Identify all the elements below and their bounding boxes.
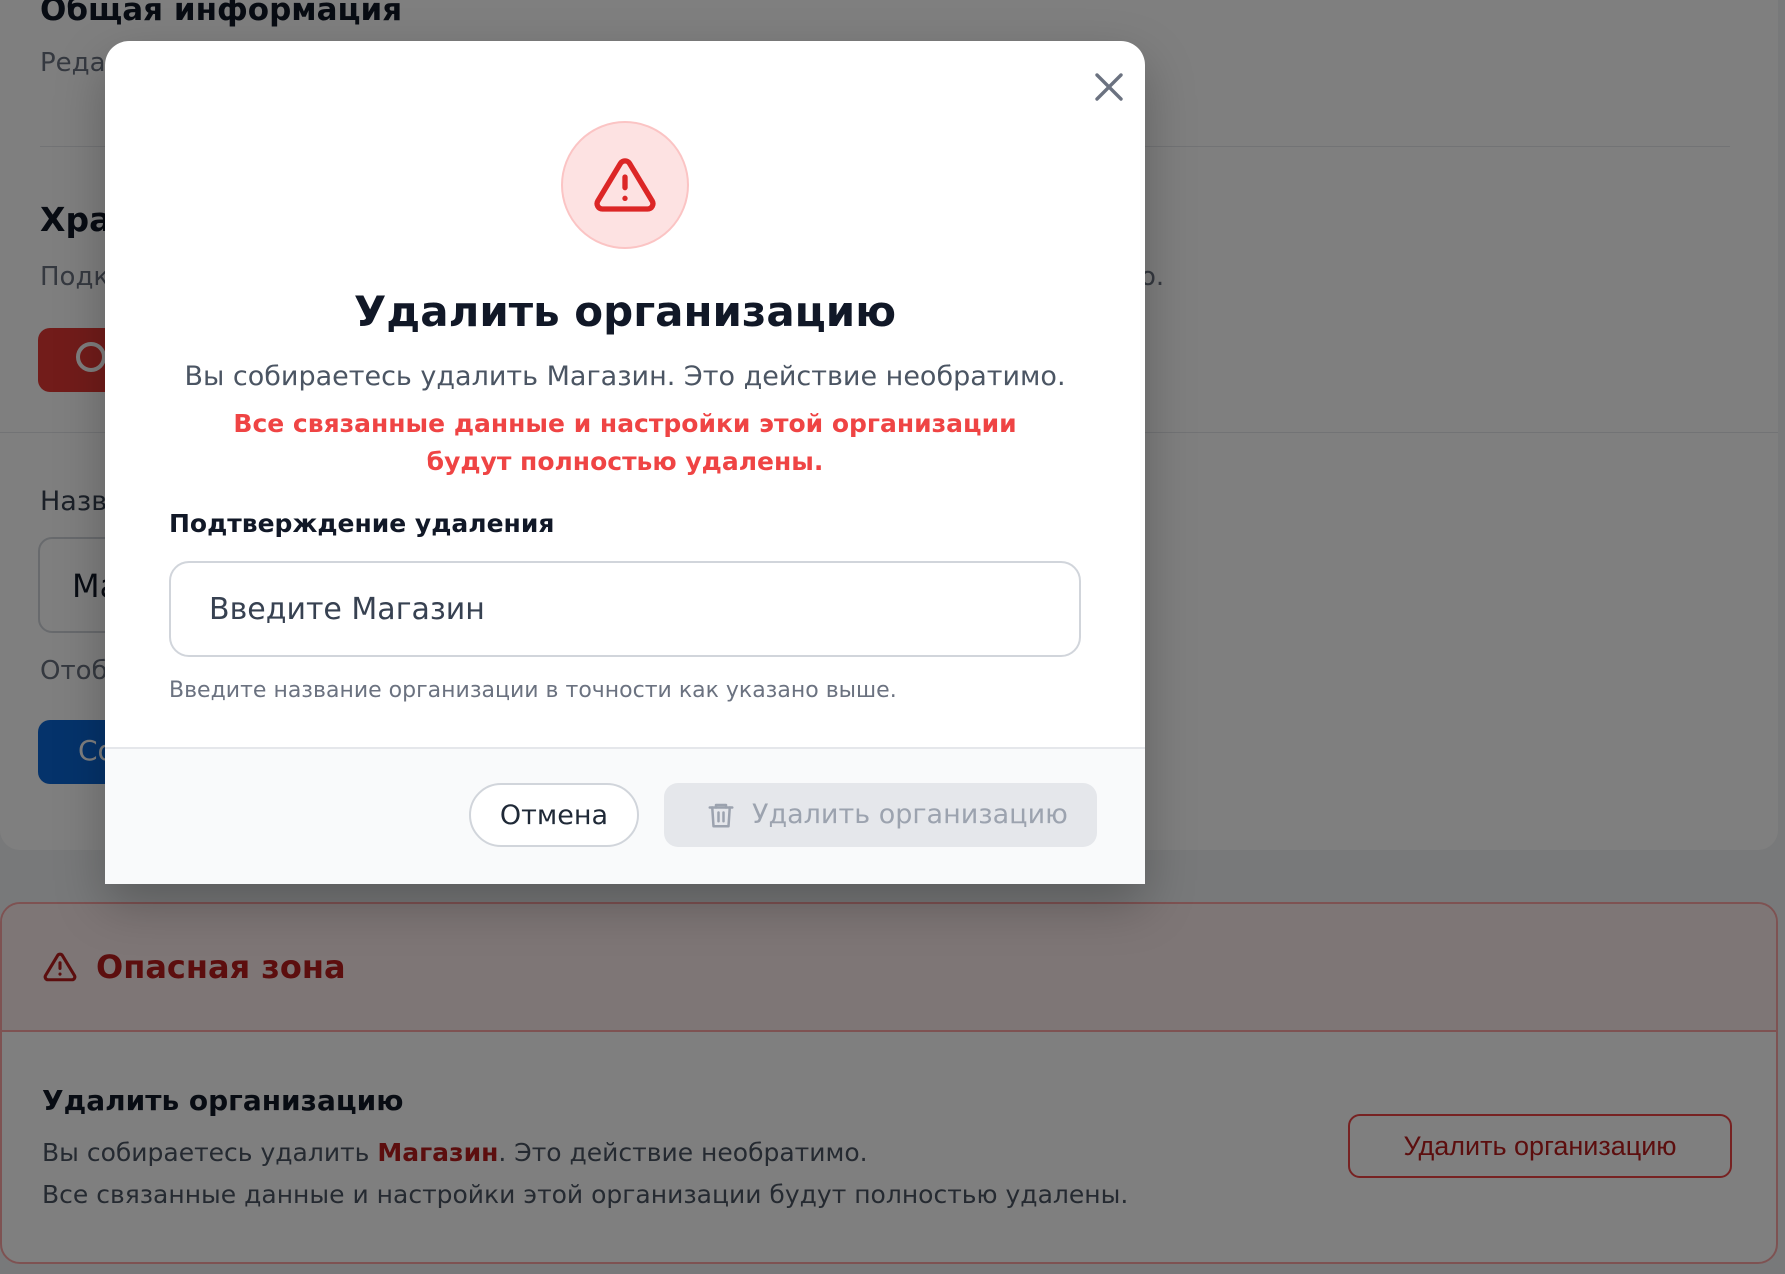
delete-organization-button[interactable]: Удалить организацию — [664, 783, 1097, 847]
confirm-label: Подтверждение удаления — [169, 509, 555, 538]
close-button[interactable] — [1085, 63, 1133, 111]
alert-badge — [561, 121, 689, 249]
warning-triangle-icon — [594, 158, 656, 212]
dialog-footer: Отмена Удалить организацию — [105, 747, 1145, 884]
confirm-input[interactable] — [169, 561, 1081, 657]
trash-icon — [708, 803, 734, 828]
dialog-title: Удалить организацию — [353, 287, 897, 336]
cancel-button[interactable]: Отмена — [469, 783, 639, 847]
close-icon — [1095, 73, 1123, 101]
confirm-hint: Введите название организации в точности … — [169, 678, 897, 703]
delete-organization-dialog: Удалить организацию Вы собираетесь удали… — [105, 41, 1145, 884]
delete-button-label: Удалить организацию — [752, 799, 1068, 830]
dialog-warning: Все связанные данные и настройки этой ор… — [233, 409, 1017, 476]
dialog-description: Вы собираетесь удалить Магазин. Это дейс… — [184, 361, 1066, 392]
